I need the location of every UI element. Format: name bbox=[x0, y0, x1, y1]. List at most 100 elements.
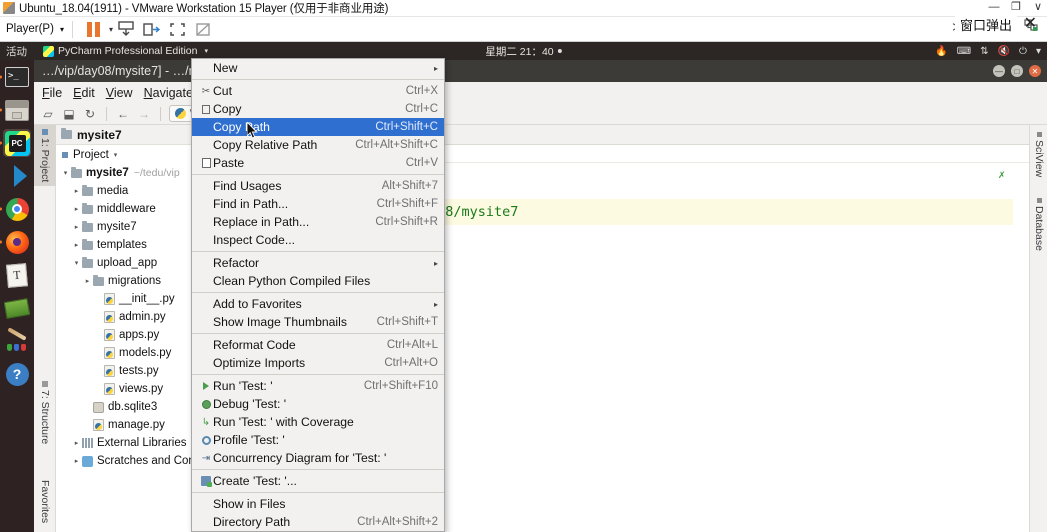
volume-muted-icon[interactable]: 🔇 bbox=[998, 46, 1010, 57]
back-icon[interactable]: ← bbox=[115, 106, 131, 122]
tree-twisty-icon[interactable]: ▸ bbox=[71, 241, 82, 249]
rail-tab-favorites[interactable]: Favorites bbox=[34, 476, 56, 527]
rail-tab-project[interactable]: 1: Project bbox=[34, 125, 56, 187]
forward-icon[interactable]: → bbox=[136, 106, 152, 122]
tree-twisty-icon[interactable]: ▾ bbox=[60, 169, 71, 177]
menu-item-clean-python-compiled-files[interactable]: Clean Python Compiled Files bbox=[192, 272, 444, 290]
maximize-button[interactable]: ❐ bbox=[1009, 1, 1023, 14]
minimize-button[interactable]: — bbox=[987, 1, 1001, 14]
structure-icon bbox=[42, 380, 48, 387]
sync-icon[interactable]: ↻ bbox=[82, 106, 98, 122]
power-icon[interactable]: ⏻ bbox=[1019, 46, 1027, 57]
active-app-menu[interactable]: PyCharm Professional Edition ▾ bbox=[43, 45, 208, 57]
player-menu-button[interactable]: Player(P) ▾ bbox=[6, 23, 64, 35]
menu-file[interactable]: File bbox=[42, 86, 62, 100]
tree-twisty-icon[interactable]: ▸ bbox=[82, 277, 93, 285]
menu-item-run-test[interactable]: Run 'Test: ' Ctrl+Shift+F10 bbox=[192, 377, 444, 395]
dock-item-text-editor[interactable]: T bbox=[3, 261, 31, 289]
menu-item-copy-relative-path[interactable]: Copy Relative Path Ctrl+Alt+Shift+C bbox=[192, 136, 444, 154]
menu-item-copy-path[interactable]: Copy Path Ctrl+Shift+C bbox=[192, 118, 444, 136]
menu-item-refactor[interactable]: Refactor ▸ bbox=[192, 254, 444, 272]
full-screen-button[interactable] bbox=[167, 19, 189, 39]
run-icon bbox=[199, 382, 213, 390]
menu-item-create-test[interactable]: Create 'Test: '... bbox=[192, 472, 444, 490]
menu-item-cut[interactable]: ✂ Cut Ctrl+X bbox=[192, 82, 444, 100]
menu-item-optimize-imports-label: Optimize Imports bbox=[213, 356, 306, 370]
menu-navigate[interactable]: Navigate bbox=[144, 86, 193, 100]
activities-button[interactable]: 活动 bbox=[6, 44, 27, 59]
menu-item-optimize-imports[interactable]: Optimize Imports Ctrl+Alt+O bbox=[192, 354, 444, 372]
system-menu-caret-icon[interactable]: ▾ bbox=[1036, 46, 1041, 57]
menu-item-paste[interactable]: Paste Ctrl+V bbox=[192, 154, 444, 172]
full-screen-icon bbox=[170, 22, 186, 36]
send-ctrl-alt-del-button[interactable] bbox=[115, 19, 137, 39]
menu-item-add-to-favorites[interactable]: Add to Favorites ▸ bbox=[192, 295, 444, 313]
dock-item-firefox[interactable] bbox=[3, 228, 31, 256]
toolbar-divider bbox=[160, 106, 161, 121]
pause-button[interactable] bbox=[83, 19, 105, 39]
tree-twisty-icon[interactable]: ▸ bbox=[71, 223, 82, 231]
menu-item-reformat-code[interactable]: Reformat Code Ctrl+Alt+L bbox=[192, 336, 444, 354]
pc-close-button[interactable]: ✕ bbox=[1029, 65, 1041, 77]
ibus-input-icon[interactable]: 🔥 bbox=[935, 46, 947, 57]
disconnect-button[interactable] bbox=[193, 19, 215, 39]
pycharm-titlebar: …/vip/day08/mysite7] - …/mysite7/uwsgi.i… bbox=[34, 60, 1047, 82]
pc-maximize-button[interactable]: □ bbox=[1011, 65, 1023, 77]
menu-item-replace-in-path[interactable]: Replace in Path... Ctrl+Shift+R bbox=[192, 213, 444, 231]
profile-icon bbox=[199, 435, 213, 445]
network-icon[interactable]: ⇅ bbox=[980, 46, 988, 57]
menu-item-profile-test[interactable]: Profile 'Test: ' bbox=[192, 431, 444, 449]
keyboard-layout-icon[interactable]: ⌨ bbox=[957, 46, 971, 57]
dock-item-help-books[interactable] bbox=[3, 294, 31, 322]
rail-tab-database[interactable]: Database bbox=[1030, 193, 1047, 256]
tree-twisty-icon[interactable]: ▸ bbox=[71, 205, 82, 213]
tree-twisty-icon[interactable]: ▸ bbox=[71, 457, 82, 465]
menu-view[interactable]: View bbox=[106, 86, 133, 100]
unity-mode-button[interactable] bbox=[141, 19, 163, 39]
tree-twisty-icon[interactable]: ▸ bbox=[71, 439, 82, 447]
menu-item-directory-path-shortcut: Ctrl+Alt+Shift+2 bbox=[357, 516, 438, 528]
dock-item-paint[interactable] bbox=[3, 327, 31, 355]
dock-item-pycharm[interactable]: PC bbox=[3, 129, 31, 157]
tree-node-middleware-label: middleware bbox=[97, 203, 156, 215]
clock-button[interactable]: 星期二 21：40 bbox=[485, 44, 562, 59]
dock-item-help[interactable]: ? bbox=[3, 360, 31, 388]
menu-item-new[interactable]: New ▸ bbox=[192, 59, 444, 77]
pycharm-window: …/vip/day08/mysite7] - …/mysite7/uwsgi.i… bbox=[34, 60, 1047, 532]
tree-twisty-icon[interactable]: ▸ bbox=[71, 187, 82, 195]
menu-edit[interactable]: Edit bbox=[73, 86, 95, 100]
menu-item-copy[interactable]: Copy Ctrl+C bbox=[192, 100, 444, 118]
tree-twisty-icon[interactable]: ▾ bbox=[71, 259, 82, 267]
rail-tab-sciview[interactable]: SciView bbox=[1030, 127, 1047, 182]
book-icon bbox=[3, 297, 31, 319]
save-all-icon[interactable]: ⬓ bbox=[61, 106, 77, 122]
menu-item-run-test-coverage[interactable]: ↳ Run 'Test: ' with Coverage bbox=[192, 413, 444, 431]
menu-item-reformat-code-shortcut: Ctrl+Alt+L bbox=[386, 339, 438, 351]
dock-item-terminal[interactable]: >_ bbox=[3, 63, 31, 91]
menu-item-show-in-files[interactable]: Show in Files bbox=[192, 495, 444, 513]
left-tool-rail: 1: Project 7: Structure Favorites bbox=[34, 125, 56, 532]
pycharm-icon bbox=[43, 45, 54, 57]
menu-item-show-in-files-label: Show in Files bbox=[213, 497, 286, 511]
dock-item-files[interactable] bbox=[3, 96, 31, 124]
context-menu[interactable]: New ▸ ✂ Cut Ctrl+X Copy Ctrl+C Copy Path Ctrl+Sh… bbox=[191, 58, 445, 532]
rail-tab-structure[interactable]: 7: Structure bbox=[34, 377, 56, 448]
tree-node-templates-label: templates bbox=[97, 239, 147, 251]
pause-dropdown-button[interactable]: ▾ bbox=[109, 25, 113, 34]
menu-item-find-in-path[interactable]: Find in Path... Ctrl+Shift+F bbox=[192, 195, 444, 213]
editor-error-stripe[interactable]: ✗ bbox=[998, 167, 1012, 181]
open-folder-icon[interactable]: ▱ bbox=[40, 106, 56, 122]
pc-minimize-button[interactable]: — bbox=[993, 65, 1005, 77]
tree-node-models-py-label: models.py bbox=[119, 347, 172, 359]
dock-item-chrome[interactable] bbox=[3, 195, 31, 223]
menu-item-directory-path[interactable]: Directory Path Ctrl+Alt+Shift+2 bbox=[192, 513, 444, 531]
chevron-down-icon: ▾ bbox=[59, 24, 64, 34]
menu-item-concurrency-diagram[interactable]: ⇥ Concurrency Diagram for 'Test: ' bbox=[192, 449, 444, 467]
menu-item-find-usages[interactable]: Find Usages Alt+Shift+7 bbox=[192, 177, 444, 195]
paint-brush-icon bbox=[5, 327, 29, 351]
dock-item-vscode[interactable] bbox=[3, 162, 31, 190]
menu-item-inspect-code[interactable]: Inspect Code... bbox=[192, 231, 444, 249]
menu-item-show-image-thumbnails[interactable]: Show Image Thumbnails Ctrl+Shift+T bbox=[192, 313, 444, 331]
window-popup-close-button[interactable]: ✕ bbox=[1024, 13, 1037, 33]
menu-item-debug-test[interactable]: Debug 'Test: ' bbox=[192, 395, 444, 413]
